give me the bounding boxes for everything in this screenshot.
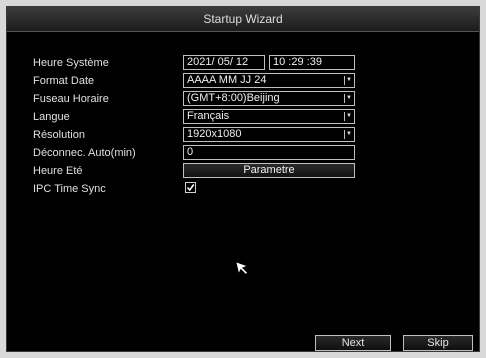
ipc-time-sync-label: IPC Time Sync <box>33 183 106 195</box>
mouse-pointer-icon <box>235 261 249 280</box>
ipc-time-sync-row: IPC Time Sync <box>7 181 479 197</box>
language-row: Langue Français ▼ <box>7 109 479 125</box>
date-format-value: AAAA MM JJ 24 <box>187 74 267 86</box>
startup-wizard-window: Startup Wizard Heure Système 2021/ 05/ 1… <box>6 6 480 352</box>
resolution-label: Résolution <box>33 129 85 141</box>
date-format-label: Format Date <box>33 75 95 87</box>
resolution-select[interactable]: 1920x1080 ▼ <box>183 127 355 142</box>
chevron-down-icon[interactable]: ▼ <box>344 76 353 85</box>
auto-logout-row: Déconnec. Auto(min) 0 <box>7 145 479 161</box>
date-format-row: Format Date AAAA MM JJ 24 ▼ <box>7 73 479 89</box>
timezone-select[interactable]: (GMT+8:00)Beijing ▼ <box>183 91 355 106</box>
auto-logout-label: Déconnec. Auto(min) <box>33 147 136 159</box>
resolution-row: Résolution 1920x1080 ▼ <box>7 127 479 143</box>
ipc-time-sync-checkbox[interactable] <box>185 182 196 193</box>
skip-button[interactable]: Skip <box>403 335 473 351</box>
system-date-input[interactable]: 2021/ 05/ 12 <box>183 55 265 70</box>
timezone-row: Fuseau Horaire (GMT+8:00)Beijing ▼ <box>7 91 479 107</box>
system-time-input[interactable]: 10 :29 :39 <box>269 55 355 70</box>
language-value: Français <box>187 110 230 122</box>
timezone-label: Fuseau Horaire <box>33 93 109 105</box>
language-select[interactable]: Français ▼ <box>183 109 355 124</box>
language-label: Langue <box>33 111 70 123</box>
auto-logout-input[interactable]: 0 <box>183 145 355 160</box>
chevron-down-icon[interactable]: ▼ <box>344 112 353 121</box>
resolution-value: 1920x1080 <box>187 128 242 140</box>
chevron-down-icon[interactable]: ▼ <box>344 130 353 139</box>
dst-row: Heure Eté Parametre <box>7 163 479 179</box>
dst-label: Heure Eté <box>33 165 83 177</box>
timezone-value: (GMT+8:00)Beijing <box>187 92 280 104</box>
system-time-row: Heure Système 2021/ 05/ 12 10 :29 :39 <box>7 55 479 71</box>
chevron-down-icon[interactable]: ▼ <box>344 94 353 103</box>
dst-parameter-button[interactable]: Parametre <box>183 163 355 178</box>
window-title: Startup Wizard <box>7 7 479 32</box>
system-time-label: Heure Système <box>33 57 109 69</box>
checkmark-icon <box>186 184 195 192</box>
date-format-select[interactable]: AAAA MM JJ 24 ▼ <box>183 73 355 88</box>
next-button[interactable]: Next <box>315 335 391 351</box>
